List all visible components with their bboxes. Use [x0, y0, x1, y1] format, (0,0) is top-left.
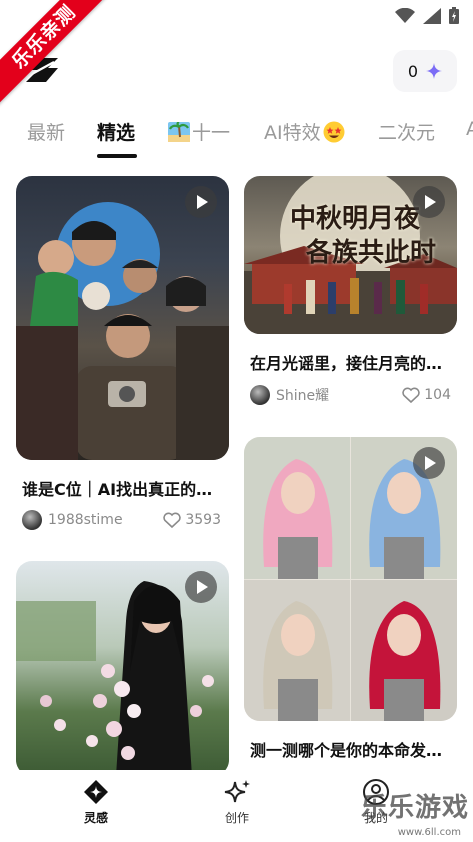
like-button[interactable]: 104 — [402, 384, 451, 406]
tab-ai-effects[interactable]: AI特效 — [264, 118, 345, 145]
feed-card-image[interactable]: 中秋明月夜 各族共此时 — [244, 176, 457, 334]
avatar — [250, 385, 270, 405]
play-button[interactable] — [413, 186, 445, 218]
status-icons — [395, 7, 459, 24]
feed-card-image[interactable] — [244, 437, 457, 721]
watermark-url: www.6ll.com — [397, 827, 461, 838]
group-photo-illustration — [16, 202, 229, 460]
feed-card-title[interactable]: 测一测哪个是你的本命发… — [250, 737, 450, 761]
image-caption-line1: 中秋明月夜 — [290, 204, 421, 234]
wifi-icon — [395, 7, 415, 23]
play-button[interactable] — [185, 186, 217, 218]
sparkle-create-icon — [224, 780, 250, 803]
play-button[interactable] — [413, 447, 445, 479]
heart-icon — [402, 387, 420, 403]
nav-inspiration[interactable]: 灵感 — [56, 778, 136, 826]
inspiration-icon — [84, 780, 108, 804]
nav-create[interactable]: 创作 — [197, 778, 277, 826]
star-eyes-emoji-icon — [323, 121, 345, 143]
nav-create-label: 创作 — [224, 811, 249, 825]
play-button[interactable] — [185, 571, 217, 603]
nav-inspiration-label: 灵感 — [83, 811, 108, 825]
author-name: 1988stime — [48, 512, 123, 528]
feed-card-image[interactable] — [16, 176, 229, 460]
feed-card-title[interactable]: 在月光谣里，接住月亮的… — [250, 350, 450, 374]
tab-ai-effects-label: AI特效 — [264, 122, 321, 144]
cellular-icon — [423, 7, 441, 24]
like-button[interactable]: 3593 — [163, 509, 221, 531]
author-name: Shine耀 — [276, 388, 330, 404]
tab-latest[interactable]: 最新 — [27, 118, 65, 145]
hair-color-grid-illustration — [244, 437, 457, 721]
coin-balance-button[interactable]: 0 — [393, 50, 457, 92]
watermark-logo-text: 乐乐游戏 — [360, 793, 469, 823]
bottom-navigation: 灵感 创作 我的 乐乐游戏 www.6ll.com — [0, 770, 473, 842]
coin-count: 0 — [407, 61, 419, 81]
sparkle-icon — [426, 63, 443, 79]
active-tab-indicator — [97, 154, 137, 158]
feed-card-title[interactable]: 谁是C位｜AI找出真正的… — [22, 476, 222, 500]
tab-more[interactable]: A — [466, 118, 473, 140]
beach-emoji-icon — [168, 122, 190, 142]
tab-national-day[interactable]: 十一 — [168, 118, 230, 145]
avatar — [22, 510, 42, 530]
category-tabs: 最新 精选 十一 AI特效 二次元 A — [0, 110, 473, 160]
tab-featured[interactable]: 精选 — [97, 118, 135, 145]
author-info[interactable]: 1988stime — [22, 509, 123, 531]
feed-card-image[interactable] — [16, 561, 229, 776]
tab-anime[interactable]: 二次元 — [378, 118, 435, 145]
battery-icon — [449, 7, 459, 24]
tab-national-day-label: 十一 — [192, 122, 231, 144]
image-caption-line2: 各族共此时 — [306, 238, 437, 268]
heart-icon — [163, 512, 182, 528]
author-info[interactable]: Shine耀 — [250, 384, 329, 406]
like-count: 3593 — [185, 512, 221, 528]
like-count: 104 — [424, 387, 451, 403]
